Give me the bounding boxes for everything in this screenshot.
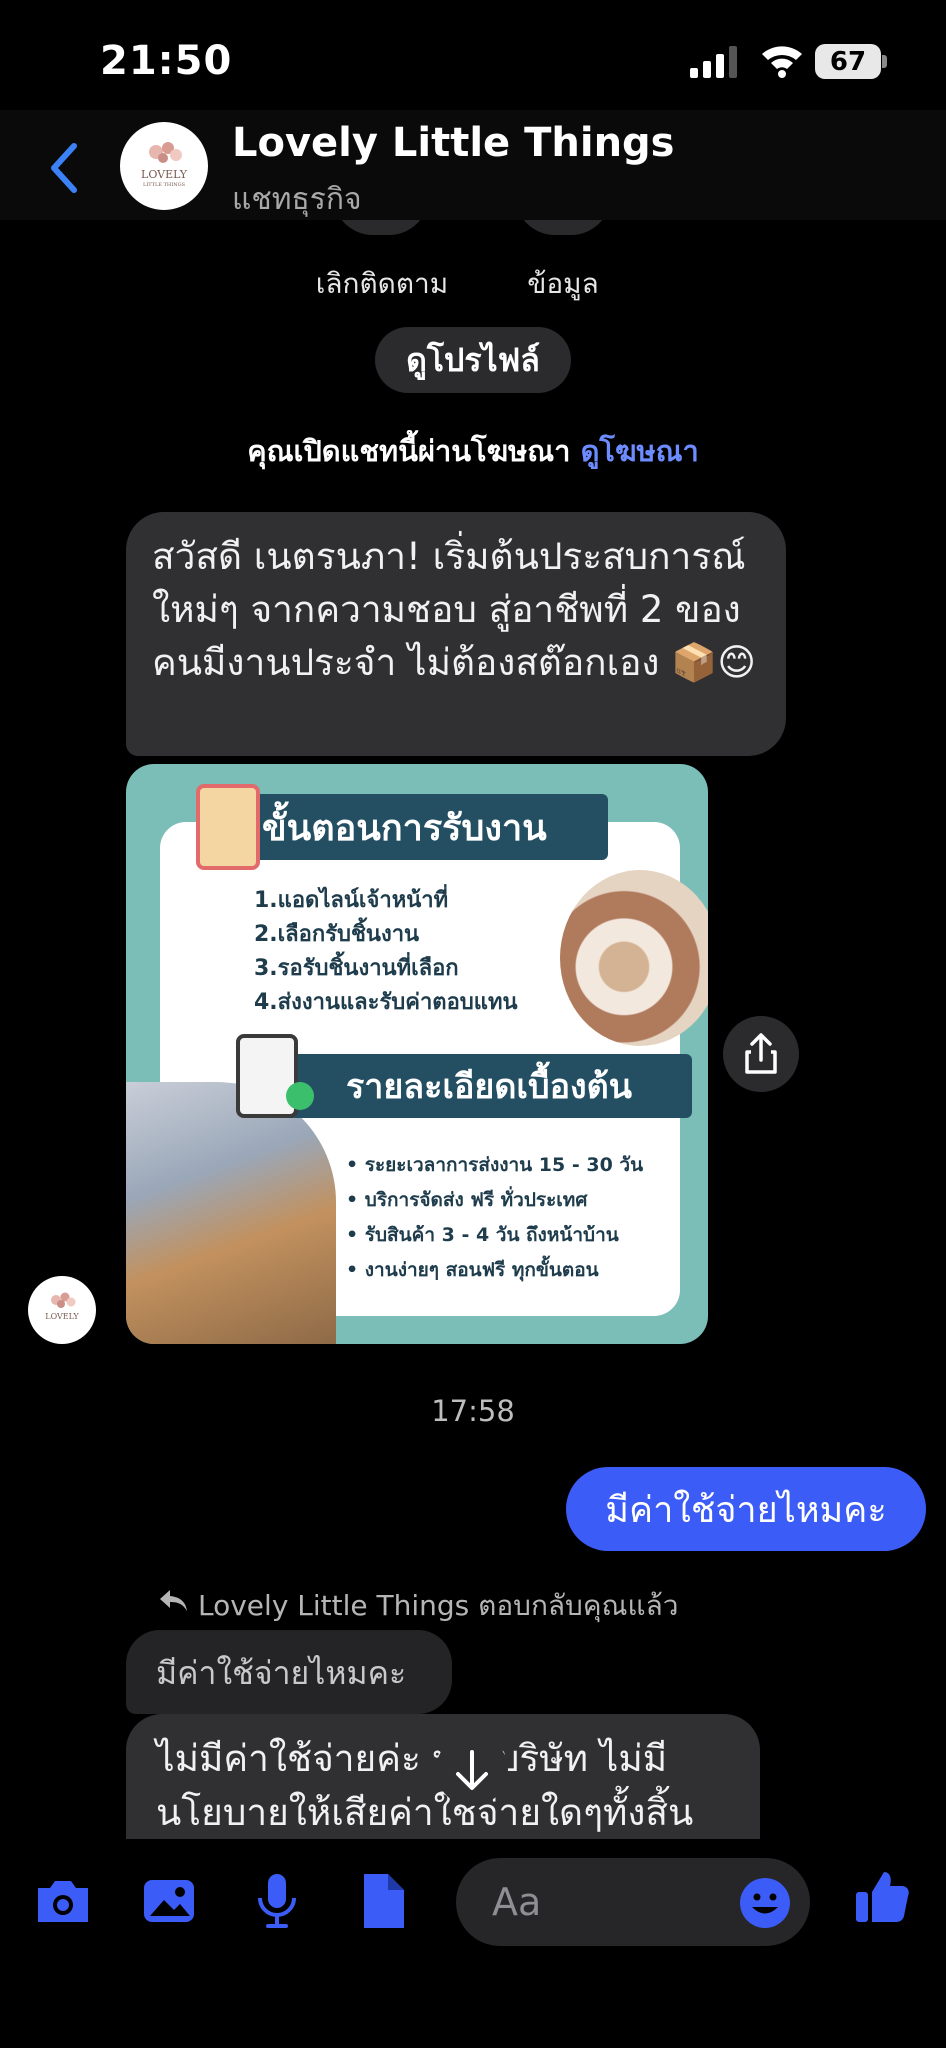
promo-step: 1.แอดไลน์เจ้าหน้าที่ bbox=[254, 888, 449, 913]
wifi-icon bbox=[762, 46, 802, 78]
promo-detail: ระยะเวลาการส่งงาน 15 - 30 วัน bbox=[346, 1148, 643, 1183]
share-button[interactable] bbox=[723, 1016, 799, 1092]
view-ad-link[interactable]: ดูโฆษณา bbox=[581, 434, 699, 468]
emoji-icon[interactable] bbox=[738, 1876, 792, 1930]
product-photo bbox=[560, 870, 708, 1046]
flower-logo-icon bbox=[51, 1292, 76, 1308]
gallery-icon[interactable] bbox=[136, 1868, 202, 1934]
signal-icon bbox=[690, 46, 737, 78]
promo-step: 2.เลือกรับชิ้นงาน bbox=[254, 922, 420, 947]
promo-step: 4.ส่งงานและรับค่าตอบแทน bbox=[254, 990, 518, 1015]
outgoing-message[interactable]: มีค่าใช้จ่ายไหมคะ bbox=[566, 1467, 926, 1551]
check-icon bbox=[286, 1082, 314, 1110]
view-profile-button[interactable]: ดูโปรไฟล์ bbox=[375, 327, 571, 393]
ad-note-text: คุณเปิดแชทนี้ผ่านโฆษณา bbox=[247, 434, 581, 468]
quoted-message[interactable]: มีค่าใช้จ่ายไหมคะ bbox=[126, 1630, 452, 1714]
promo-title-steps: ขั้นตอนการรับงาน bbox=[206, 794, 608, 860]
welcome-message[interactable]: สวัสดี เนตรนภา! เริ่มต้นประสบการณ์ใหม่ๆ … bbox=[126, 512, 786, 756]
promo-details: ระยะเวลาการส่งงาน 15 - 30 วัน บริการจัดส… bbox=[346, 1148, 643, 1288]
microphone-icon[interactable] bbox=[244, 1868, 310, 1934]
promo-steps: 1.แอดไลน์เจ้าหน้าที่ 2.เลือกรับชิ้นงาน 3… bbox=[254, 884, 517, 1020]
back-icon[interactable] bbox=[44, 138, 84, 198]
ad-note: คุณเปิดแชทนี้ผ่านโฆษณา ดูโฆษณา bbox=[0, 428, 946, 474]
camera-icon[interactable] bbox=[30, 1868, 96, 1934]
workshop-photo bbox=[126, 1082, 336, 1344]
page-avatar[interactable]: LOVELY LITTLE THINGS bbox=[120, 122, 208, 210]
info-label: ข้อมูล bbox=[527, 267, 599, 300]
promo-step: 3.รอรับชิ้นงานที่เลือก bbox=[254, 956, 459, 981]
promo-detail: บริการจัดส่ง ฟรี ทั่วประเทศ bbox=[346, 1183, 643, 1218]
battery-tip bbox=[882, 55, 887, 68]
sender-avatar[interactable]: LOVELY bbox=[28, 1276, 96, 1344]
message-timestamp: 17:58 bbox=[431, 1394, 515, 1428]
promo-title-details: รายละเอียดเบื้องต้น bbox=[276, 1054, 692, 1118]
arrow-down-icon bbox=[456, 1750, 488, 1790]
promo-image[interactable]: ขั้นตอนการรับงาน 1.แอดไลน์เจ้าหน้าที่ 2.… bbox=[126, 764, 708, 1344]
logo-subtext: LITTLE THINGS bbox=[142, 182, 186, 188]
promo-detail: รับสินค้า 3 - 4 วัน ถึงหน้าบ้าน bbox=[346, 1218, 643, 1253]
battery-indicator: 67 bbox=[815, 44, 881, 79]
logo-text: LOVELY bbox=[45, 1312, 79, 1321]
reply-note: Lovely Little Things ตอบกลับคุณแล้ว bbox=[198, 1589, 679, 1622]
page-subtitle: แชทธุรกิจ bbox=[232, 182, 362, 217]
page-name[interactable]: Lovely Little Things bbox=[232, 120, 674, 166]
unfollow-label: เลิกติดตาม bbox=[315, 267, 449, 300]
like-icon[interactable] bbox=[850, 1864, 916, 1930]
promo-detail: งานง่ายๆ สอนฟรี ทุกขั้นตอน bbox=[346, 1253, 643, 1288]
notepad-icon bbox=[196, 784, 260, 870]
file-icon[interactable] bbox=[350, 1868, 416, 1934]
status-time: 21:50 bbox=[100, 38, 233, 84]
logo-text: LOVELY bbox=[141, 168, 187, 181]
scroll-to-bottom-button[interactable] bbox=[436, 1734, 508, 1806]
reply-icon bbox=[160, 1590, 187, 1611]
share-icon bbox=[745, 1033, 777, 1074]
flower-logo-icon bbox=[149, 142, 182, 163]
